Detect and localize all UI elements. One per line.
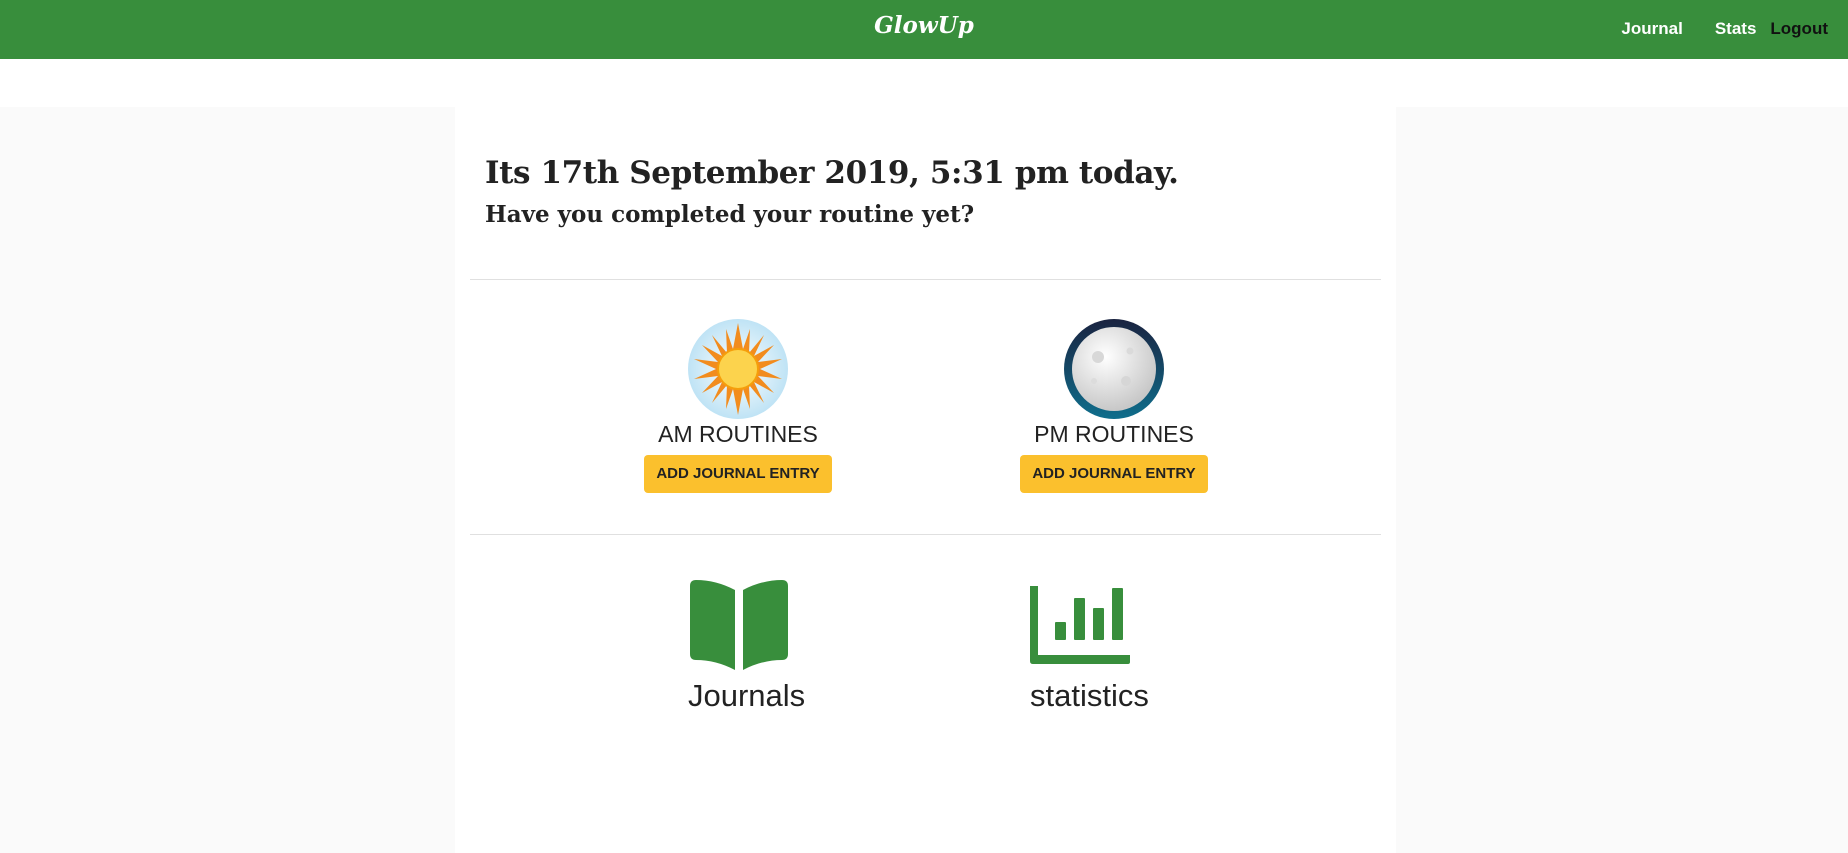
am-add-journal-entry-button[interactable]: ADD JOURNAL ENTRY (644, 455, 832, 493)
pm-add-journal-entry-button[interactable]: ADD JOURNAL ENTRY (1020, 455, 1208, 493)
statistics-tile[interactable]: statistics (1030, 580, 1149, 714)
journals-label: Journals (688, 678, 806, 713)
nav-stats-link[interactable]: Stats (1715, 19, 1757, 39)
moon-icon (1064, 319, 1164, 419)
sun-icon (688, 319, 788, 419)
top-navbar: GlowUp Journal Stats Logout (0, 0, 1848, 59)
header-spacer (0, 59, 1848, 107)
brand-logo[interactable]: GlowUp (0, 12, 1848, 39)
pm-routine-title: PM ROUTINES (1034, 421, 1194, 447)
am-routine-title: AM ROUTINES (658, 421, 818, 447)
routine-question: Have you completed your routine yet? (485, 201, 975, 228)
pm-routine-section: PM ROUTINES ADD JOURNAL ENTRY (1019, 319, 1209, 493)
bar-chart-icon (1030, 586, 1130, 664)
am-routine-section: AM ROUTINES ADD JOURNAL ENTRY (643, 319, 833, 493)
nav-journal-link[interactable]: Journal (1621, 19, 1682, 39)
nav-logout-link[interactable]: Logout (1770, 19, 1828, 39)
divider (470, 534, 1381, 535)
journals-tile[interactable]: Journals (688, 580, 805, 714)
dashboard-card: Its 17th September 2019, 5:31 pm today. … (455, 107, 1396, 853)
nav-links: Journal Stats Logout (1621, 19, 1828, 39)
date-headline: Its 17th September 2019, 5:31 pm today. (485, 155, 1179, 191)
book-icon (690, 580, 788, 670)
statistics-label: statistics (1030, 678, 1149, 713)
divider (470, 279, 1381, 280)
